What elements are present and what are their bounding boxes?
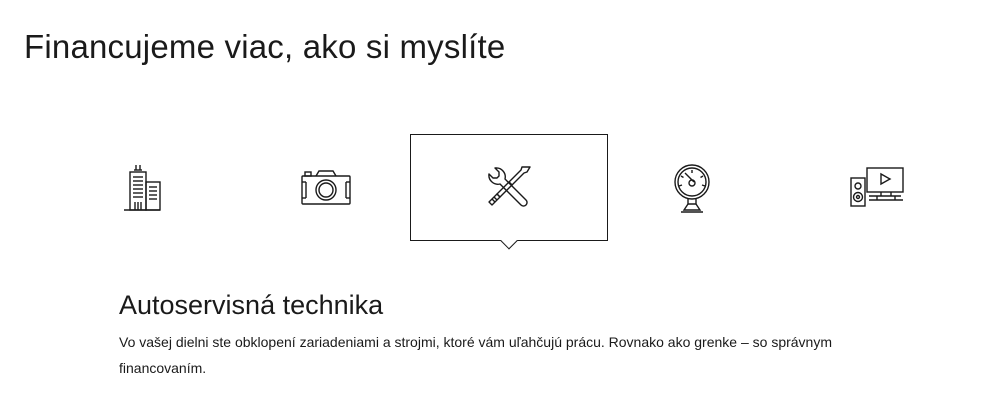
building-icon (122, 164, 162, 212)
category-tile-media[interactable] (826, 134, 926, 241)
category-tile-tools[interactable] (410, 134, 608, 241)
category-tile-gauge[interactable] (642, 134, 742, 241)
camera-icon (300, 168, 352, 208)
tools-icon (486, 165, 532, 211)
media-devices-icon (847, 166, 905, 210)
gauge-icon (671, 162, 713, 214)
category-title: Autoservisná technika (119, 290, 384, 320)
category-tile-camera[interactable] (276, 134, 376, 241)
category-tile-building[interactable] (92, 134, 192, 241)
category-description: Vo vašej dielni ste obklopení zariadenia… (119, 334, 833, 376)
page-title: Financujeme viac, ako si myslíte (24, 28, 506, 65)
